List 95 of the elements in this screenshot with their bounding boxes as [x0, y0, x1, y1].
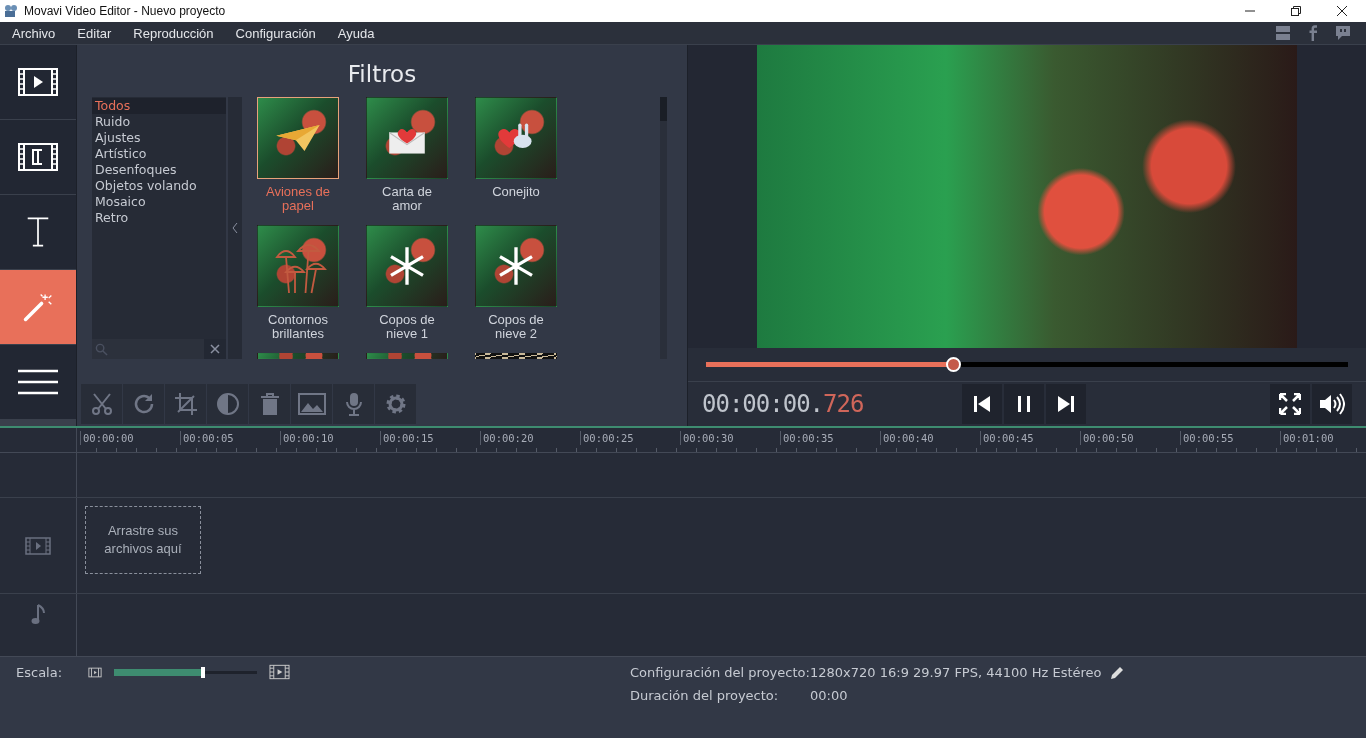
- pause-button[interactable]: [1004, 384, 1044, 424]
- filter-label: Carta de amor: [381, 185, 433, 213]
- film-transition-icon: [18, 143, 58, 171]
- chevron-left-icon: [232, 222, 238, 234]
- ruler-label: 00:00:30: [680, 431, 780, 445]
- filter-label: Aviones de papel: [264, 185, 332, 213]
- contrast-icon: [215, 392, 240, 416]
- ruler-label: 00:00:15: [380, 431, 480, 445]
- filter-tile[interactable]: Conejito: [466, 97, 566, 225]
- large-film-icon[interactable]: [269, 664, 290, 680]
- speaker-icon: [1319, 393, 1345, 415]
- film-track-icon: [25, 536, 51, 555]
- clear-button[interactable]: [204, 339, 226, 359]
- filter-tile[interactable]: Carta de amor: [357, 97, 457, 225]
- skip-forward-icon: [1057, 395, 1075, 413]
- drop-zone[interactable]: Arrastre sus archivos aquí: [85, 506, 201, 574]
- zoom-slider-thumb[interactable]: [200, 666, 205, 678]
- filter-tile[interactable]: Aviones de papel: [257, 97, 348, 225]
- ruler-label: 00:00:00: [80, 431, 180, 445]
- picture-icon: [297, 392, 326, 416]
- menu-item[interactable]: Ayuda: [325, 25, 385, 41]
- filter-tile[interactable]: Copos de nieve 2: [466, 225, 566, 353]
- filter-label: Contornos brillantes: [267, 313, 329, 341]
- scale-label: Escala:: [16, 664, 64, 680]
- filter-label: Copos de nieve 1: [378, 313, 436, 341]
- close-icon[interactable]: [1336, 5, 1348, 17]
- seek-handle[interactable]: [946, 357, 962, 372]
- toolbar-button[interactable]: [249, 384, 290, 424]
- restore-icon[interactable]: [1290, 5, 1302, 17]
- menu-item[interactable]: Editar: [65, 25, 122, 41]
- music-note-icon: [31, 604, 45, 626]
- next-button[interactable]: [1046, 384, 1086, 424]
- menu-item[interactable]: Archivo: [0, 25, 66, 41]
- sidebar-tab[interactable]: [0, 345, 76, 419]
- ruler-label: 00:00:25: [580, 431, 680, 445]
- toolbar-button[interactable]: [375, 384, 416, 424]
- category-item[interactable]: Mosaico: [92, 194, 226, 210]
- ruler-label: 00:00:55: [1180, 431, 1280, 445]
- fullscreen-icon: [1279, 393, 1301, 415]
- category-item[interactable]: Ruido: [92, 114, 226, 130]
- category-item[interactable]: Desenfoques: [92, 162, 226, 178]
- toolbar-button[interactable]: [81, 384, 122, 424]
- film-camera-icon: [4, 4, 18, 18]
- category-item[interactable]: Artístico: [92, 146, 226, 162]
- film-play-icon: [18, 68, 58, 96]
- panel-title: Filtros: [346, 60, 418, 89]
- skip-back-icon: [973, 395, 991, 413]
- crop-icon: [173, 392, 198, 416]
- paper-plane-icon: [276, 125, 320, 151]
- pause-icon: [1015, 395, 1033, 413]
- ruler-label: 00:00:05: [180, 431, 280, 445]
- pencil-icon[interactable]: [1109, 665, 1124, 680]
- ruler-label: 00:00:50: [1080, 431, 1180, 445]
- menu-icon: [18, 368, 58, 396]
- toolbar-button[interactable]: [207, 384, 248, 424]
- menu-item[interactable]: Reproducción: [121, 25, 224, 41]
- toolbar-button[interactable]: [333, 384, 374, 424]
- sidebar-tab[interactable]: [0, 45, 76, 119]
- category-item[interactable]: Ajustes: [92, 130, 226, 146]
- ruler-label: 00:00:35: [780, 431, 880, 445]
- search-icon: [95, 342, 108, 356]
- scrollbar-thumb[interactable]: [660, 97, 667, 121]
- category-item[interactable]: Retro: [92, 210, 226, 226]
- ruler-label: 00:01:00: [1280, 431, 1336, 445]
- menu-item[interactable]: Configuración: [223, 25, 326, 41]
- filter-tile[interactable]: Contornos brillantes: [257, 225, 348, 353]
- toolbar-button[interactable]: [123, 384, 164, 424]
- collapse-handle[interactable]: [228, 97, 242, 359]
- chat-icon[interactable]: [1334, 24, 1352, 42]
- small-film-icon[interactable]: [88, 666, 102, 678]
- close-icon: [210, 344, 220, 354]
- filter-label: Conejito: [491, 185, 541, 199]
- ruler-label: 00:00:10: [280, 431, 380, 445]
- scissors-icon: [89, 392, 114, 416]
- ruler-label: 00:00:20: [480, 431, 580, 445]
- magic-wand-icon: [22, 291, 54, 323]
- category-item[interactable]: Todos: [92, 98, 226, 114]
- window-title: Movavi Video Editor - Nuevo proyecto: [24, 4, 226, 18]
- duration-label: Duración del proyecto:: [630, 688, 780, 703]
- previous-button[interactable]: [962, 384, 1002, 424]
- sidebar-tab[interactable]: [0, 120, 76, 194]
- ruler-label: 00:00:45: [980, 431, 1080, 445]
- toolbar-button[interactable]: [165, 384, 206, 424]
- volume-button[interactable]: [1312, 384, 1352, 424]
- filter-label: Copos de nieve 2: [487, 313, 545, 341]
- letter-t-icon: [26, 216, 50, 248]
- ruler-label: 00:00:40: [880, 431, 980, 445]
- category-item[interactable]: Objetos volando: [92, 178, 226, 194]
- fullscreen-button[interactable]: [1270, 384, 1310, 424]
- duration-value: 00:00: [810, 688, 849, 703]
- filter-tile[interactable]: Copos de nieve 1: [357, 225, 457, 353]
- toolbar-button[interactable]: [291, 384, 332, 424]
- config-value: 1280x720 16:9 29.97 FPS, 44100 Hz Estéreo: [810, 665, 1102, 680]
- config-label: Configuración del proyecto:: [630, 665, 810, 680]
- timecode: 00:00:00.726: [702, 390, 865, 418]
